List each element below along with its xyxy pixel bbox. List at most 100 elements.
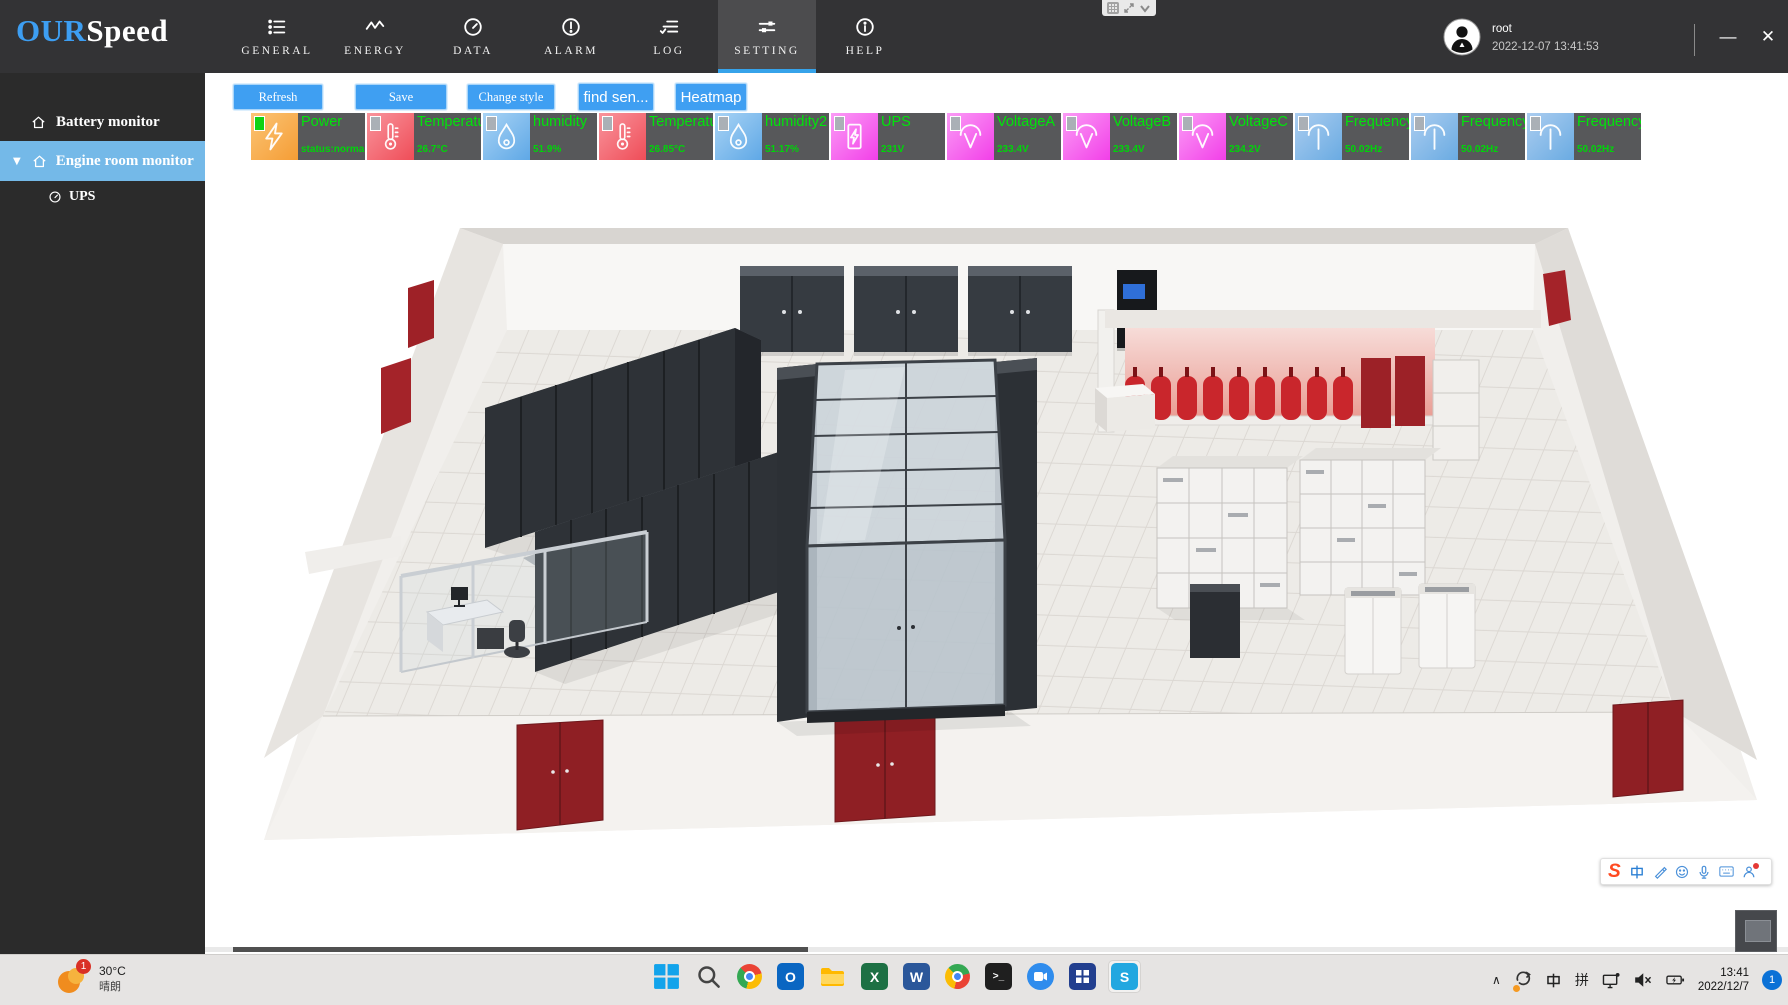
save-button[interactable]: Save <box>355 84 447 110</box>
sensor-value: 26.85°C <box>649 144 713 155</box>
excel-icon[interactable]: X <box>861 963 888 990</box>
toolbox-icon[interactable] <box>1742 865 1756 879</box>
weather-badge: 1 <box>76 959 91 974</box>
frequency-icon <box>1303 121 1334 152</box>
tab-alarm[interactable]: ALARM <box>522 0 620 73</box>
sensor-tile-temperature2[interactable]: Temperature 26.85°C <box>599 113 713 160</box>
sidebar-item-battery-monitor[interactable]: Battery monitor <box>0 103 205 141</box>
avatar[interactable] <box>1443 18 1481 56</box>
screen-capture-mini-toolbar[interactable] <box>1102 0 1156 16</box>
docs-app-icon[interactable] <box>1069 963 1096 990</box>
floating-window-icon <box>1745 920 1771 942</box>
tab-label: GENERAL <box>241 45 312 57</box>
ime-mode-indicator[interactable]: 拼 <box>1575 970 1589 990</box>
scrollbar-thumb[interactable] <box>233 947 808 952</box>
meeting-app-icon[interactable] <box>1027 963 1054 990</box>
floating-widget[interactable] <box>1735 910 1777 952</box>
sensor-tile-frequency-c[interactable]: Frequency 50.02Hz <box>1527 113 1641 160</box>
sync-status-dot <box>1513 985 1520 992</box>
sensor-tile-temperature[interactable]: Temperature26.7°C <box>367 113 481 160</box>
tab-log[interactable]: LOG <box>620 0 718 73</box>
smiley-icon[interactable] <box>1675 865 1689 879</box>
sensor-value: 51.17% <box>765 144 829 155</box>
cold-aisle-containment <box>777 358 1037 736</box>
display-pen-icon[interactable] <box>1602 972 1621 989</box>
tab-data[interactable]: DATA <box>424 0 522 73</box>
sensor-value: 50.02Hz <box>1577 144 1641 155</box>
terminal-icon[interactable]: >_ <box>985 963 1012 990</box>
tray-chevron-up-icon[interactable]: ∧ <box>1492 973 1501 987</box>
sensor-tile-humidity2[interactable]: humidity251.17% <box>715 113 829 160</box>
server-room-3d-render[interactable] <box>205 160 1788 945</box>
search-button[interactable] <box>695 963 722 990</box>
minimize-button[interactable]: — <box>1710 22 1746 52</box>
front-door-right <box>1613 700 1683 797</box>
heatmap-button[interactable]: Heatmap <box>675 83 747 111</box>
front-door-left <box>517 720 603 830</box>
sidebar: Battery monitor ▼ Engine room monitor UP… <box>0 73 205 955</box>
notification-dot <box>1753 863 1759 869</box>
browser-icon[interactable] <box>940 959 974 993</box>
horizontal-scrollbar[interactable] <box>205 947 1788 952</box>
sensor-tile-voltage-a[interactable]: VoltageA233.4V <box>947 113 1061 160</box>
chevron-down-icon[interactable] <box>1139 4 1151 13</box>
outlook-icon[interactable]: O <box>777 963 804 990</box>
sensor-value: 233.4V <box>1113 144 1177 155</box>
sensor-tile-humidity[interactable]: humidity51.9% <box>483 113 597 160</box>
change-style-button[interactable]: Change style <box>467 84 555 110</box>
ime-lang-icon[interactable] <box>1545 972 1562 989</box>
weather-widget[interactable]: 1 30°C 晴朗 <box>55 962 126 996</box>
frequency-icon <box>1419 121 1450 152</box>
sensor-label: Temperature <box>417 114 481 130</box>
sync-icon[interactable] <box>1514 969 1532 992</box>
tab-general[interactable]: GENERAL <box>228 0 326 73</box>
water-drop-icon <box>491 121 522 152</box>
pen-icon[interactable] <box>1653 865 1667 879</box>
refresh-button[interactable]: Refresh <box>233 84 323 110</box>
sensor-value: 50.02Hz <box>1345 144 1409 155</box>
volume-muted-icon[interactable] <box>1634 972 1653 988</box>
sensor-value: 51.9% <box>533 144 597 155</box>
sogou-logo-icon[interactable]: S <box>1608 862 1621 881</box>
notification-badge[interactable]: 1 <box>1762 970 1782 990</box>
word-icon[interactable]: W <box>903 963 930 990</box>
expand-icon[interactable] <box>1123 2 1135 14</box>
sensor-label: Temperature <box>649 114 713 130</box>
keyboard-icon[interactable] <box>1719 865 1734 878</box>
mic-icon[interactable] <box>1697 865 1711 879</box>
tab-energy[interactable]: ENERGY <box>326 0 424 73</box>
close-button[interactable]: ✕ <box>1750 22 1786 52</box>
sensor-tile-voltage-c[interactable]: VoltageC234.2V <box>1179 113 1293 160</box>
taskbar-clock[interactable]: 13:41 2022/12/7 <box>1698 966 1749 994</box>
sidebar-item-engine-room-monitor[interactable]: ▼ Engine room monitor <box>0 141 205 181</box>
sensor-tile-frequency-a[interactable]: Frequency50.02Hz <box>1295 113 1409 160</box>
frequency-icon <box>1535 121 1566 152</box>
sensor-tile-row: Powerstatus:normal Temperature26.7°C hum… <box>251 113 1641 160</box>
app-window: OURSpeed GENERAL ENERGY DATA ALARM LOG <box>0 0 1788 1005</box>
tab-setting[interactable]: SETTING <box>718 0 816 73</box>
chinese-mode-icon[interactable] <box>1629 864 1645 880</box>
sensor-tile-voltage-b[interactable]: VoltageB233.4V <box>1063 113 1177 160</box>
sensor-label: VoltageA <box>997 114 1061 130</box>
sensor-label: Frequency <box>1461 114 1525 130</box>
thermometer-icon <box>375 121 406 152</box>
start-button[interactable] <box>653 963 680 990</box>
chrome-icon[interactable] <box>737 964 762 989</box>
sogou-input-active[interactable]: S <box>1108 960 1141 993</box>
window-divider <box>1694 24 1695 56</box>
find-sensor-button[interactable]: find sen... <box>578 83 654 111</box>
sensor-label: Frequency <box>1577 114 1641 130</box>
dot-grid-icon[interactable] <box>1107 2 1119 14</box>
tab-help[interactable]: HELP <box>816 0 914 73</box>
folder-icon[interactable] <box>819 963 846 990</box>
sensor-tile-frequency-b[interactable]: Frequency50.02Hz <box>1411 113 1525 160</box>
battery-icon[interactable] <box>1666 973 1685 987</box>
sensor-tile-ups[interactable]: UPS231V <box>831 113 945 160</box>
sensor-value: 231V <box>881 144 945 155</box>
dark-cabinet <box>1190 584 1240 658</box>
ime-toolbar[interactable]: S <box>1600 858 1772 885</box>
sidebar-item-label: Battery monitor <box>56 114 160 131</box>
sidebar-item-ups[interactable]: UPS <box>0 181 205 213</box>
checklist-icon <box>658 16 680 38</box>
sensor-tile-power[interactable]: Powerstatus:normal <box>251 113 365 160</box>
